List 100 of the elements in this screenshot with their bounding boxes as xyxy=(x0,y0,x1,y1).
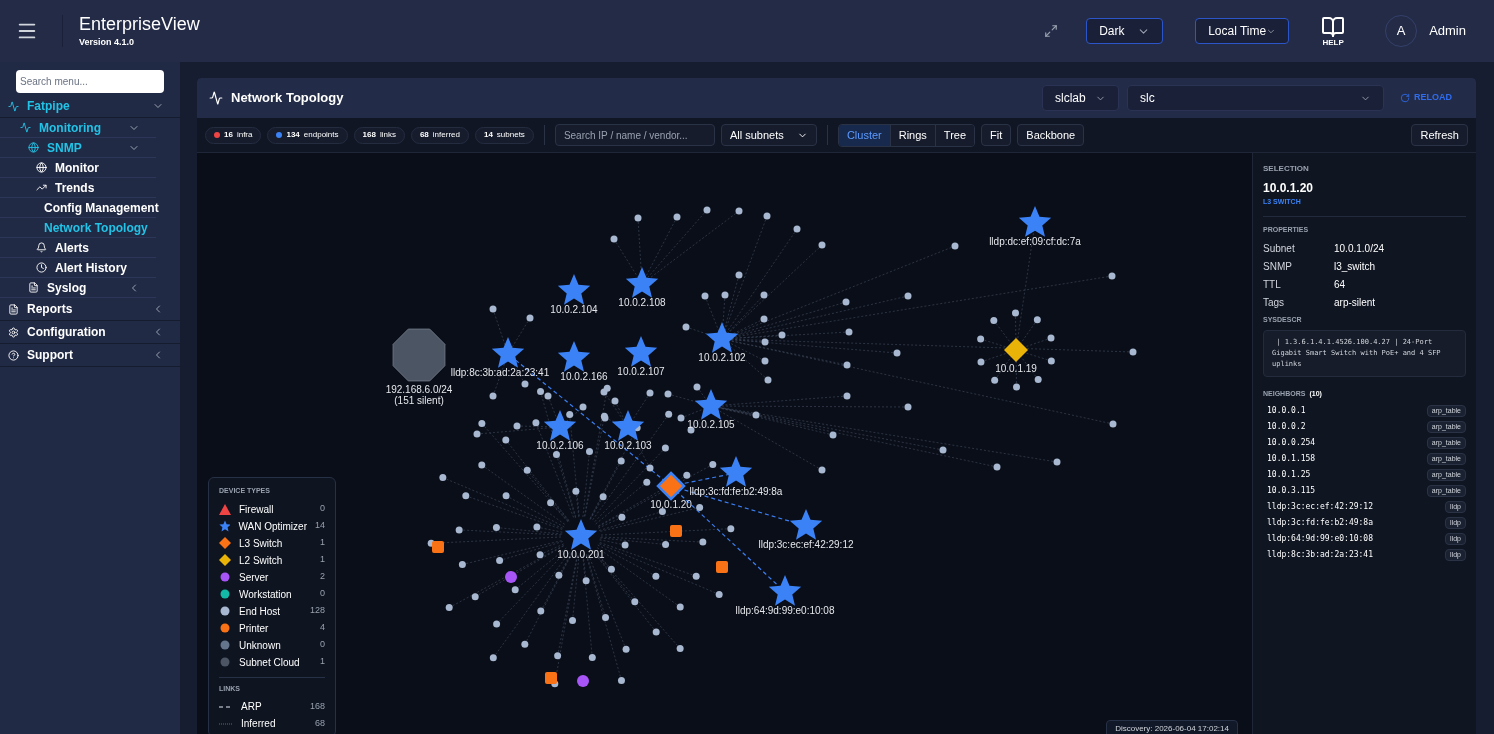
legend-count: 0 xyxy=(320,638,325,652)
dotted-line-icon xyxy=(219,721,233,726)
nav-icon xyxy=(36,242,47,253)
star-node[interactable] xyxy=(624,336,658,367)
nav-item[interactable]: Network Topology xyxy=(0,218,156,238)
diamond-node[interactable] xyxy=(1004,338,1028,362)
legend-count: 128 xyxy=(309,604,325,618)
triangle-icon xyxy=(219,503,231,515)
site-select[interactable]: slclab xyxy=(1042,85,1119,111)
star-node[interactable] xyxy=(694,389,728,420)
neighbor-address: lldp:8c:3b:ad:2a:23:41 xyxy=(1267,549,1373,561)
legend-count: 1 xyxy=(320,655,325,669)
theme-select[interactable]: Dark xyxy=(1086,18,1164,44)
location-select[interactable]: slc xyxy=(1127,85,1384,111)
subnet-cloud-node[interactable] xyxy=(392,328,446,382)
node-label: lldp:dc:ef:09:cf:dc:7a xyxy=(989,236,1081,247)
legend-count: 2 xyxy=(320,570,325,584)
star-node[interactable] xyxy=(491,337,525,368)
node-label: 192.168.6.0/24 xyxy=(385,384,453,395)
dashed-line-icon xyxy=(219,704,233,709)
neighbor-address: 10.0.0.1 xyxy=(1267,405,1306,417)
search-field[interactable]: Search menu... xyxy=(16,70,164,93)
expand-icon[interactable] xyxy=(1044,24,1059,38)
property-value: 64 xyxy=(1334,277,1346,292)
toolbar-button[interactable]: Backbone xyxy=(1017,124,1085,146)
section-heading: SELECTION xyxy=(1263,163,1310,175)
legend-label: Subnet Cloud xyxy=(239,655,301,670)
legend-label: Printer xyxy=(239,621,270,636)
property-key: Tags xyxy=(1263,294,1334,310)
neighbor-address: lldp:64:9d:99:e0:10:08 xyxy=(1267,533,1373,545)
star-node[interactable] xyxy=(564,519,598,550)
toolbar-button[interactable]: Fit xyxy=(981,124,1012,146)
dot-icon xyxy=(219,571,231,583)
nav-item[interactable]: Fatpipe xyxy=(0,95,180,118)
stat-chip: 16 infra xyxy=(205,126,262,144)
star-node[interactable] xyxy=(543,410,577,441)
nav-item[interactable]: Alert History xyxy=(0,258,156,278)
nav-item[interactable]: Configuration xyxy=(0,321,180,344)
nav-icon xyxy=(28,142,39,153)
refresh-button[interactable]: Refresh xyxy=(1411,124,1468,146)
legend-count: 0 xyxy=(320,587,325,601)
nav-item[interactable]: Monitor xyxy=(0,158,156,178)
star-node[interactable] xyxy=(1018,206,1052,237)
subnet-select[interactable]: All subnets xyxy=(720,124,817,146)
neighbor-address: lldp:3c:ec:ef:42:29:12 xyxy=(1267,501,1373,513)
nav-item[interactable]: Trends xyxy=(0,178,156,198)
star-node[interactable] xyxy=(625,267,659,298)
star-node[interactable] xyxy=(705,322,739,353)
nav-item[interactable]: Alerts xyxy=(0,238,156,258)
nav-icon xyxy=(8,303,19,315)
nav-icon xyxy=(8,326,19,338)
legend-label: Workstation xyxy=(239,587,293,602)
node-label: (151 silent) xyxy=(394,395,444,406)
view-tab[interactable]: Rings xyxy=(889,124,935,146)
neighbor-address: 10.0.1.158 xyxy=(1267,453,1316,465)
nav-item[interactable]: SNMP xyxy=(0,138,156,158)
nav-icon xyxy=(8,349,19,361)
dot-icon xyxy=(219,622,231,634)
legend-label: L2 Switch xyxy=(239,553,284,568)
neighbor-address: lldp:3c:fd:fe:b2:49:8a xyxy=(1267,517,1373,529)
node-label: 10.0.2.106 xyxy=(536,440,584,451)
property-key: Subnet xyxy=(1263,240,1334,256)
nav-icon xyxy=(36,182,47,193)
nav-item[interactable]: Support xyxy=(0,344,180,367)
star-node[interactable] xyxy=(557,274,591,305)
node-label: 10.0.0.201 xyxy=(557,549,605,560)
book-icon[interactable] xyxy=(1321,15,1346,39)
stat-chip: 134 endpoints xyxy=(267,126,348,144)
node-label: 10.0.2.102 xyxy=(698,352,746,363)
nav-item[interactable]: Reports xyxy=(0,298,180,321)
node-label: 10.0.2.108 xyxy=(618,297,666,308)
node-label: 10.0.2.104 xyxy=(550,304,598,315)
nav-item[interactable]: Monitoring xyxy=(0,118,156,138)
property-value: l3_switch xyxy=(1334,259,1376,274)
user-name[interactable]: Admin xyxy=(1429,21,1466,41)
node-label: lldp:8c:3b:ad:2a:23:41 xyxy=(450,367,550,378)
app-title: EnterpriseView xyxy=(79,13,200,37)
star-node[interactable] xyxy=(611,410,645,441)
nav-item[interactable]: Syslog xyxy=(0,278,156,298)
neighbor-address: 10.0.0.2 xyxy=(1267,421,1306,433)
star-node[interactable] xyxy=(719,456,753,487)
legend-count: 4 xyxy=(320,621,325,635)
property-value: arp-silent xyxy=(1334,295,1376,310)
reload-icon xyxy=(1400,93,1410,103)
legend-label: WAN Optimizer xyxy=(238,519,307,534)
star-node[interactable] xyxy=(557,341,591,372)
view-tab[interactable]: Cluster xyxy=(838,124,890,146)
node-label: 10.0.2.103 xyxy=(604,440,652,451)
legend-label: Unknown xyxy=(239,638,282,653)
star-node[interactable] xyxy=(789,509,823,540)
search-field[interactable]: Search IP / name / vendor... xyxy=(554,124,715,146)
star-node[interactable] xyxy=(768,575,802,606)
timezone-select[interactable]: Local Time xyxy=(1195,18,1290,44)
help-label[interactable]: HELP xyxy=(1322,39,1344,47)
legend-count: 14 xyxy=(315,519,325,533)
diamond-node[interactable] xyxy=(656,471,686,501)
dot-icon xyxy=(219,656,231,668)
diamond-icon xyxy=(219,554,231,566)
view-tab[interactable]: Tree xyxy=(934,124,975,146)
legend-label: L3 Switch xyxy=(239,536,284,551)
